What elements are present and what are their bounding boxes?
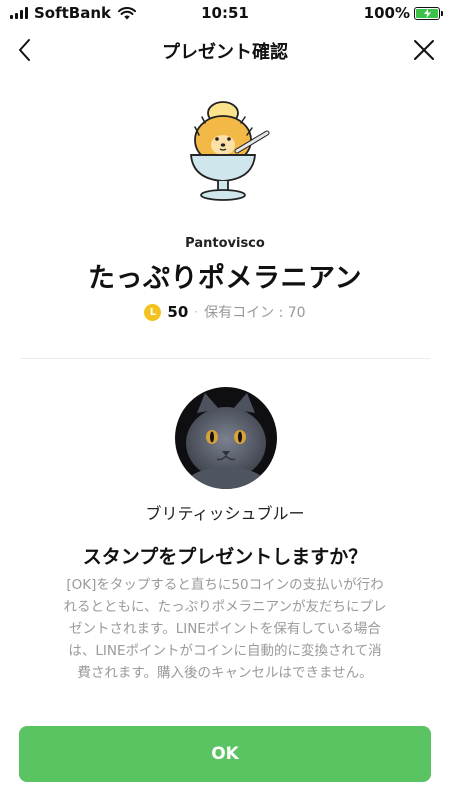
line-coin-icon: L (144, 303, 162, 321)
sticker-creator: Pantovisco (185, 236, 265, 251)
price-row: L 50 · 保有コイン : 70 (0, 302, 450, 322)
sticker-name: たっぷりポメラニアン (88, 263, 362, 294)
divider (20, 358, 430, 359)
sticker-image (190, 101, 270, 201)
avatar (175, 387, 277, 489)
sticker-price: 50 (167, 303, 189, 321)
separator-dot: · (194, 305, 199, 319)
owned-coins: 保有コイン : 70 (204, 305, 306, 321)
charging-bolt-icon (423, 8, 431, 18)
page-title: プレゼント確認 (162, 42, 288, 63)
battery-level-fill (416, 8, 438, 18)
confirm-question: スタンプをプレゼントしますか？ (82, 546, 368, 568)
battery-icon (414, 6, 443, 20)
close-icon[interactable] (412, 38, 436, 62)
battery-percent: 100% (363, 4, 410, 22)
status-right: 100% (363, 4, 443, 22)
status-bar: SoftBank 10:51 100% (0, 0, 450, 26)
recipient-name: ブリティッシュブルー (145, 504, 305, 523)
confirm-description: [OK]をタップすると直ちに50コインの支払いが行われるとともに、たっぷりポメラ… (63, 577, 387, 681)
nav-bar: プレゼント確認 (0, 26, 450, 74)
chevron-left-icon[interactable] (12, 36, 40, 64)
ok-button[interactable]: OK (19, 726, 431, 782)
